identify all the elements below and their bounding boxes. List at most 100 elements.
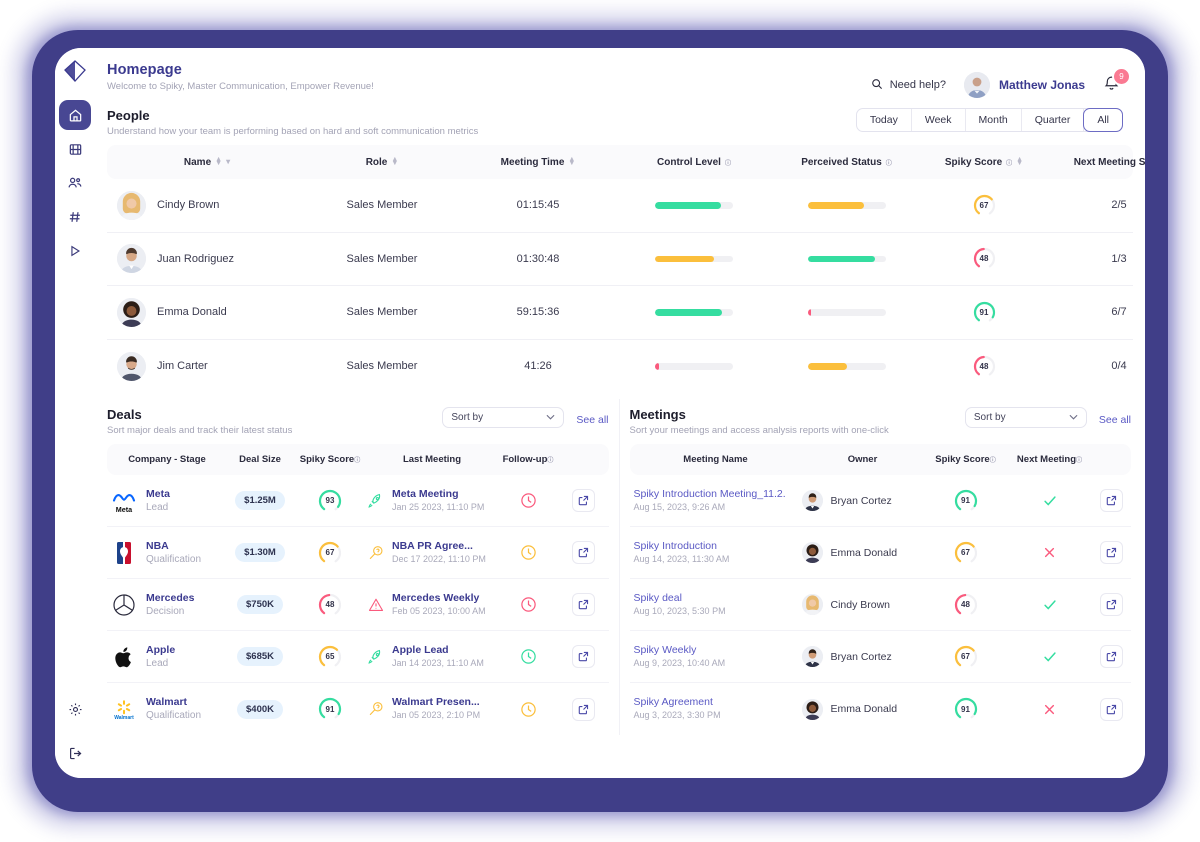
table-row[interactable]: NBA Qualification $1.30M 67 NBA PR Agree... D… (107, 527, 609, 579)
spiky-score-value: 67 (961, 652, 970, 661)
column-header-company-stage[interactable]: Company - Stage (107, 454, 227, 465)
table-row[interactable]: Spiky Weekly Aug 9, 2023, 10:40 AM Bryan C… (629, 631, 1131, 683)
period-tab-week[interactable]: Week (912, 109, 966, 131)
open-details-button[interactable] (572, 697, 596, 721)
deals-sort-by-select[interactable]: Sort by (442, 407, 565, 428)
info-icon[interactable]: ⓘ (1006, 158, 1012, 167)
period-tab-month[interactable]: Month (966, 109, 1022, 131)
spiky-score-value: 93 (325, 496, 335, 505)
deal-size: $400K (237, 699, 283, 719)
info-icon[interactable]: ⓘ (1076, 455, 1082, 464)
sort-icon[interactable]: ▲ ▼ (215, 156, 222, 167)
table-row[interactable]: Cindy Brown Sales Member 01:15:45 67 2/5 (107, 179, 1133, 233)
deal-meeting-name: NBA PR Agree... (392, 539, 473, 552)
table-row[interactable]: Spiky Agreement Aug 3, 2023, 3:30 PM Emma … (630, 683, 1132, 735)
table-row[interactable]: Jim Carter Sales Member 41:26 48 0/4 (107, 340, 1133, 394)
user-name: Matthew Jonas (998, 78, 1085, 92)
meeting-date: Aug 3, 2023, 3:30 PM (633, 710, 721, 720)
table-row[interactable]: Apple Lead $685K 65 Apple Lead Jan 14 2023, 1… (107, 631, 609, 683)
column-header-meeting-time[interactable]: Meeting Time ▲ ▼ (457, 156, 619, 168)
walmart-logo-icon: Walmart (111, 696, 137, 722)
filter-icon[interactable]: ▾ (226, 158, 230, 166)
meeting-name[interactable]: Spiky Weekly (634, 644, 726, 657)
meetings-sort-by-select[interactable]: Sort by (964, 407, 1087, 428)
period-tab-today[interactable]: Today (857, 109, 912, 131)
info-icon[interactable]: ⓘ (886, 158, 892, 167)
sort-icon[interactable]: ▲ ▼ (1016, 156, 1023, 167)
column-header-next-meeting-set[interactable]: Next Meeting Setⓘ (1044, 157, 1145, 168)
column-header-deal-size[interactable]: Deal Size (227, 454, 293, 465)
column-header-meeting-name[interactable]: Meeting Name (630, 454, 802, 465)
open-details-button[interactable] (572, 645, 596, 668)
column-header-role[interactable]: Role ▲ ▼ (307, 156, 457, 168)
sort-icon[interactable]: ▲ ▼ (568, 156, 575, 167)
meetings-see-all-link[interactable]: See all (1099, 410, 1131, 426)
info-icon[interactable]: ⓘ (547, 455, 553, 464)
period-tab-all[interactable]: All (1083, 108, 1123, 132)
column-header-next-meeting[interactable]: Next Meeting ⓘ (1008, 454, 1092, 465)
meeting-name[interactable]: Spiky Introduction Meeting_11.2. (634, 488, 786, 501)
open-details-button[interactable] (1099, 593, 1123, 616)
column-header-spiky-score[interactable]: Spiky Score ⓘ ▲ ▼ (924, 156, 1044, 168)
sidebar-nav (59, 100, 91, 266)
check-icon (1043, 651, 1056, 662)
spiky-score-ring: 91 (318, 697, 342, 721)
table-row[interactable]: Meta Meta Lead $1.25M 93 Meta Meeting Jan 25 2… (107, 475, 609, 527)
avatar (117, 297, 146, 327)
deal-size: $685K (237, 647, 283, 666)
sidebar-item-recordings[interactable] (59, 236, 91, 266)
sidebar-item-settings[interactable] (59, 694, 91, 724)
open-details-button[interactable] (1099, 489, 1123, 512)
table-row[interactable]: Emma Donald Sales Member 59:15:36 91 6/7 (107, 286, 1133, 340)
period-tab-quarter[interactable]: Quarter (1022, 109, 1085, 131)
open-details-button[interactable] (1099, 697, 1123, 721)
spiky-score-ring: 91 (954, 489, 978, 513)
metric-bar (807, 255, 886, 262)
sidebar-item-channels[interactable] (59, 202, 91, 232)
sidebar-item-home[interactable] (59, 100, 91, 130)
column-header-spiky-score[interactable]: Spiky Score ⓘ (924, 454, 1008, 465)
column-header-follow-up[interactable]: Follow-up ⓘ (497, 454, 559, 465)
person-name: Emma Donald (157, 306, 227, 319)
open-details-button[interactable] (572, 541, 596, 564)
person-control-level (619, 255, 769, 262)
column-header-name[interactable]: Name ▲ ▼ ▾ (107, 156, 307, 168)
meeting-name[interactable]: Spiky Introduction (634, 540, 730, 553)
column-header-control-level[interactable]: Control Level ⓘ (619, 157, 769, 168)
need-help-button[interactable]: Need help? (871, 78, 946, 93)
deal-size: $1.30M (235, 543, 285, 562)
sidebar-item-library[interactable] (59, 134, 91, 164)
table-row[interactable]: Juan Rodriguez Sales Member 01:30:48 48 1/3 (107, 233, 1133, 286)
table-row[interactable]: Spiky deal Aug 10, 2023, 5:30 PM Cindy Bro… (629, 579, 1131, 631)
meeting-name[interactable]: Spiky Agreement (634, 696, 721, 709)
meeting-owner: Cindy Brown (830, 598, 891, 611)
topbar-right: Need help? Matthew Jonas 9 (871, 62, 1129, 98)
sort-icon[interactable]: ▲ ▼ (391, 156, 398, 167)
spiky-prism-logo-icon[interactable] (60, 56, 90, 86)
column-header-last-meeting[interactable]: Last Meeting (367, 454, 497, 465)
column-header-spiky-score[interactable]: Spiky Score ⓘ (293, 454, 367, 465)
notifications-button[interactable]: 9 (1103, 69, 1129, 96)
period-tabs: Today Week Month Quarter All (855, 108, 1123, 132)
open-details-button[interactable] (572, 593, 596, 616)
open-details-button[interactable] (1099, 541, 1123, 564)
sidebar-item-logout[interactable] (59, 738, 91, 768)
info-icon[interactable]: ⓘ (354, 455, 360, 464)
column-header-owner[interactable]: Owner (802, 454, 924, 465)
meeting-name[interactable]: Spiky deal (634, 592, 726, 605)
open-details-button[interactable] (1099, 645, 1123, 668)
table-row[interactable]: Mercedes Decision $750K 48 Mercedes Weekly Fe… (107, 579, 609, 631)
user-menu[interactable]: Matthew Jonas (963, 72, 1085, 98)
open-details-button[interactable] (572, 489, 596, 512)
cross-icon (1044, 704, 1055, 714)
table-row[interactable]: Walmart Walmart Qualification $400K 91 Walmar… (107, 683, 609, 735)
deals-see-all-link[interactable]: See all (576, 410, 608, 426)
sidebar-item-teams[interactable] (59, 168, 91, 198)
table-row[interactable]: Spiky Introduction Meeting_11.2. Aug 15, … (629, 475, 1131, 527)
table-row[interactable]: Spiky Introduction Aug 14, 2023, 11:30 AM… (629, 527, 1131, 579)
meetings-header: Meetings Sort your meetings and access a… (630, 399, 1131, 436)
column-header-perceived-status[interactable]: Perceived Status ⓘ (769, 157, 924, 168)
deals-title: Deals (107, 407, 142, 422)
info-icon[interactable]: ⓘ (725, 158, 731, 167)
info-icon[interactable]: ⓘ (990, 455, 996, 464)
